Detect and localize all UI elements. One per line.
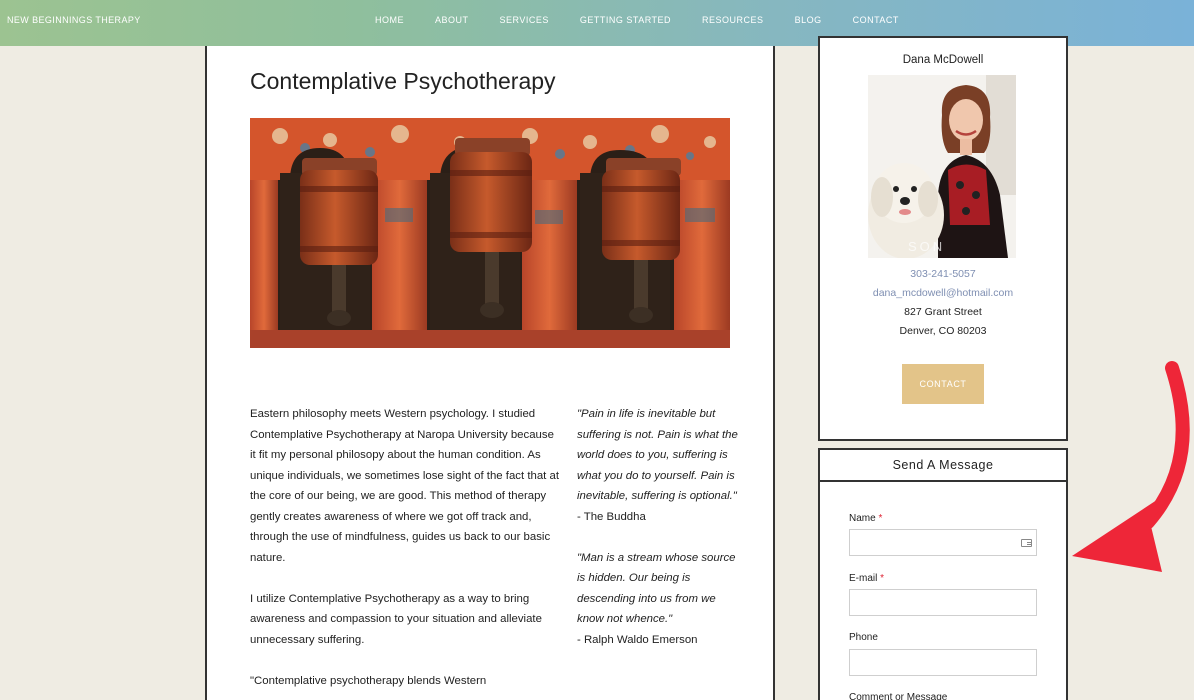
phone-link[interactable]: 303-241-5057 [820,268,1066,280]
therapist-name: Dana McDowell [902,54,984,66]
phone-label: Phone [849,632,878,643]
quote-text: "Pain in life is inevitable but sufferin… [577,408,738,502]
quote-text: "Man is a stream whose source is hidden.… [577,551,736,626]
paragraph-1: Eastern philosophy meets Western psychol… [250,408,559,564]
paragraph-3: "Contemplative psychotherapy blends West… [250,674,487,687]
name-label: Name * [849,513,883,524]
email-label: E-mail * [849,573,885,584]
site-brand[interactable]: NEW BEGINNINGS THERAPY [7,15,141,25]
address-city: Denver, CO 80203 [899,325,987,337]
paragraph-2: I utilize Contemplative Psychotherapy as… [250,592,542,646]
contact-card-icon[interactable] [1021,539,1032,547]
email-input[interactable] [849,589,1037,616]
contact-button[interactable]: CONTACT [902,364,984,404]
comment-label: Comment or Message [849,692,948,700]
form-heading: Send A Message [820,450,1066,482]
nav-getting-started[interactable]: GETTING STARTED [580,15,671,25]
svg-text:SON: SON [908,239,945,254]
quote-author: - Ralph Waldo Emerson [577,633,698,646]
main-nav: HOME ABOUT SERVICES GETTING STARTED RESO… [375,15,930,25]
nav-services[interactable]: SERVICES [500,15,549,25]
quote-emerson: "Man is a stream whose source is hidden.… [577,548,742,651]
required-marker: * [878,513,883,524]
quote-author: - The Buddha [577,510,646,523]
send-message-form: Send A Message Name * E-mail * Phone Com… [818,448,1068,700]
nav-blog[interactable]: BLOG [795,15,822,25]
nav-home[interactable]: HOME [375,15,404,25]
quotes-column: "Pain in life is inevitable but sufferin… [577,404,742,671]
nav-about[interactable]: ABOUT [435,15,469,25]
nav-resources[interactable]: RESOURCES [702,15,764,25]
address-street: 827 Grant Street [904,306,982,318]
article-panel: Contemplative Psychotherapy Eastern phil… [205,46,775,700]
required-marker: * [880,573,885,584]
phone-input[interactable] [849,649,1037,676]
profile-card: Dana McDowell SON 303-241-5057 dana_mcdo… [818,36,1068,441]
email-link[interactable]: dana_mcdowell@hotmail.com [820,287,1066,299]
therapist-photo: SON [868,75,1016,258]
nav-contact[interactable]: CONTACT [853,15,899,25]
quote-buddha: "Pain in life is inevitable but sufferin… [577,404,742,527]
page-title: Contemplative Psychotherapy [250,68,556,94]
name-input[interactable] [849,529,1037,556]
red-annotation-arrow-icon [1072,361,1190,572]
article-body: Eastern philosophy meets Western psychol… [250,404,562,700]
prayer-wheels-image [250,118,730,348]
